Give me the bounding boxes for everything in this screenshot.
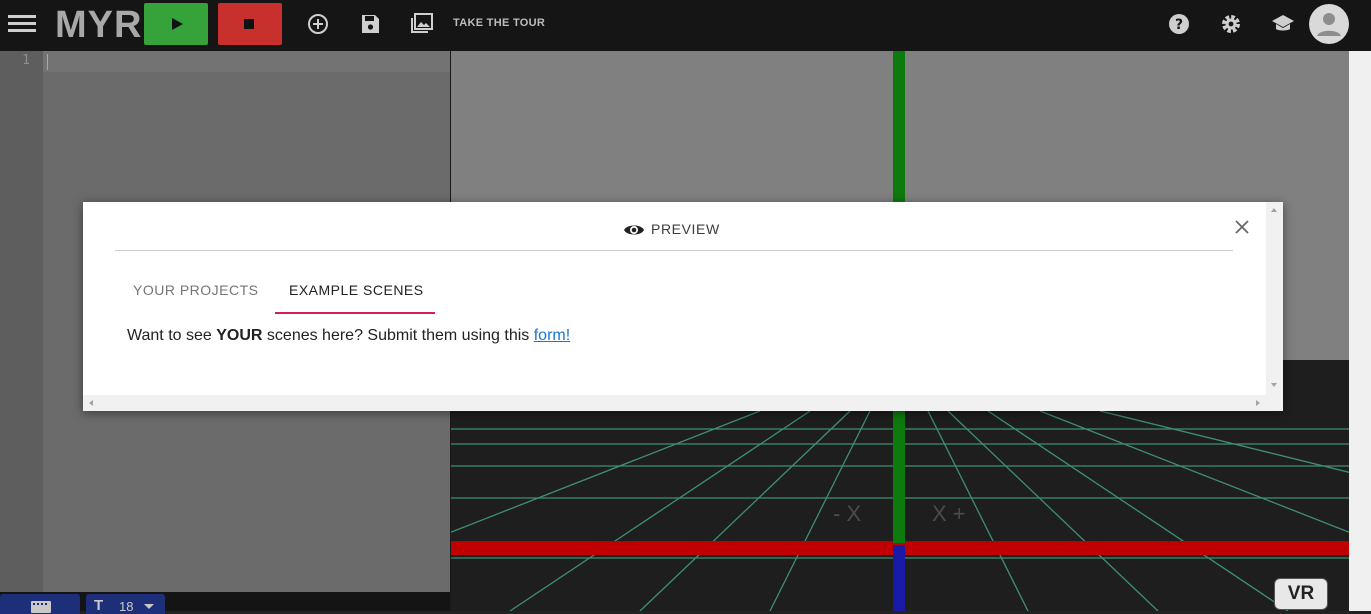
active-line [43, 51, 450, 72]
font-size-button[interactable]: T 18 [86, 594, 165, 614]
take-the-tour-link[interactable]: TAKE THE TOUR [453, 17, 545, 29]
modal-title: PREVIEW [624, 221, 720, 237]
chevron-down-icon [144, 604, 154, 609]
menu-icon[interactable] [8, 12, 36, 38]
keyboard-icon [31, 601, 51, 613]
text-cursor [47, 54, 48, 70]
scroll-left-arrow[interactable] [89, 400, 93, 406]
school-icon[interactable] [1271, 12, 1295, 36]
vr-button[interactable]: VR [1274, 578, 1328, 610]
run-button[interactable] [144, 3, 208, 45]
tab-example-scenes[interactable]: EXAMPLE SCENES [289, 282, 424, 314]
modal-horizontal-scrollbar[interactable] [83, 395, 1283, 411]
save-icon[interactable] [358, 12, 382, 36]
message-prefix: Want to see [127, 327, 217, 344]
modal-title-text: PREVIEW [651, 221, 720, 237]
axis-label-minus-x: - X [833, 501, 862, 526]
line-number: 1 [22, 53, 30, 68]
help-icon[interactable]: ? [1167, 12, 1191, 36]
preview-modal: PREVIEW YOUR PROJECTS EXAMPLE SCENES Wan… [83, 202, 1283, 411]
modal-vertical-scrollbar[interactable] [1266, 202, 1283, 395]
message-bold: YOUR [216, 327, 263, 344]
avatar-icon[interactable] [1309, 4, 1349, 44]
add-circle-icon[interactable] [306, 12, 330, 36]
app-logo: MYR [55, 4, 143, 46]
keyboard-button[interactable] [0, 594, 80, 614]
active-tab-indicator [275, 312, 435, 314]
svg-text:?: ? [1175, 17, 1183, 33]
scroll-right-arrow[interactable] [1256, 400, 1260, 406]
stop-button[interactable] [218, 3, 282, 45]
line-gutter: 1 [0, 51, 43, 592]
tab-your-projects[interactable]: YOUR PROJECTS [133, 282, 259, 314]
axis-label-plus-x: X + [932, 501, 966, 526]
form-link[interactable]: form! [534, 327, 570, 344]
page-scrollbar[interactable] [1349, 51, 1371, 611]
collections-icon[interactable] [409, 12, 433, 36]
eye-icon [624, 225, 644, 235]
font-size-value: 18 [119, 599, 134, 614]
example-scenes-message: Want to see YOUR scenes here? Submit the… [127, 327, 570, 345]
gear-icon[interactable] [1219, 12, 1243, 36]
close-icon[interactable] [1233, 218, 1251, 236]
scroll-down-arrow[interactable] [1271, 383, 1277, 387]
scroll-up-arrow[interactable] [1271, 208, 1277, 212]
message-middle: scenes here? Submit them using this [262, 327, 534, 344]
text-size-icon: T [94, 597, 104, 614]
modal-header: PREVIEW [115, 202, 1233, 251]
top-bar: MYR TAKE THE TOUR ? [0, 0, 1371, 51]
